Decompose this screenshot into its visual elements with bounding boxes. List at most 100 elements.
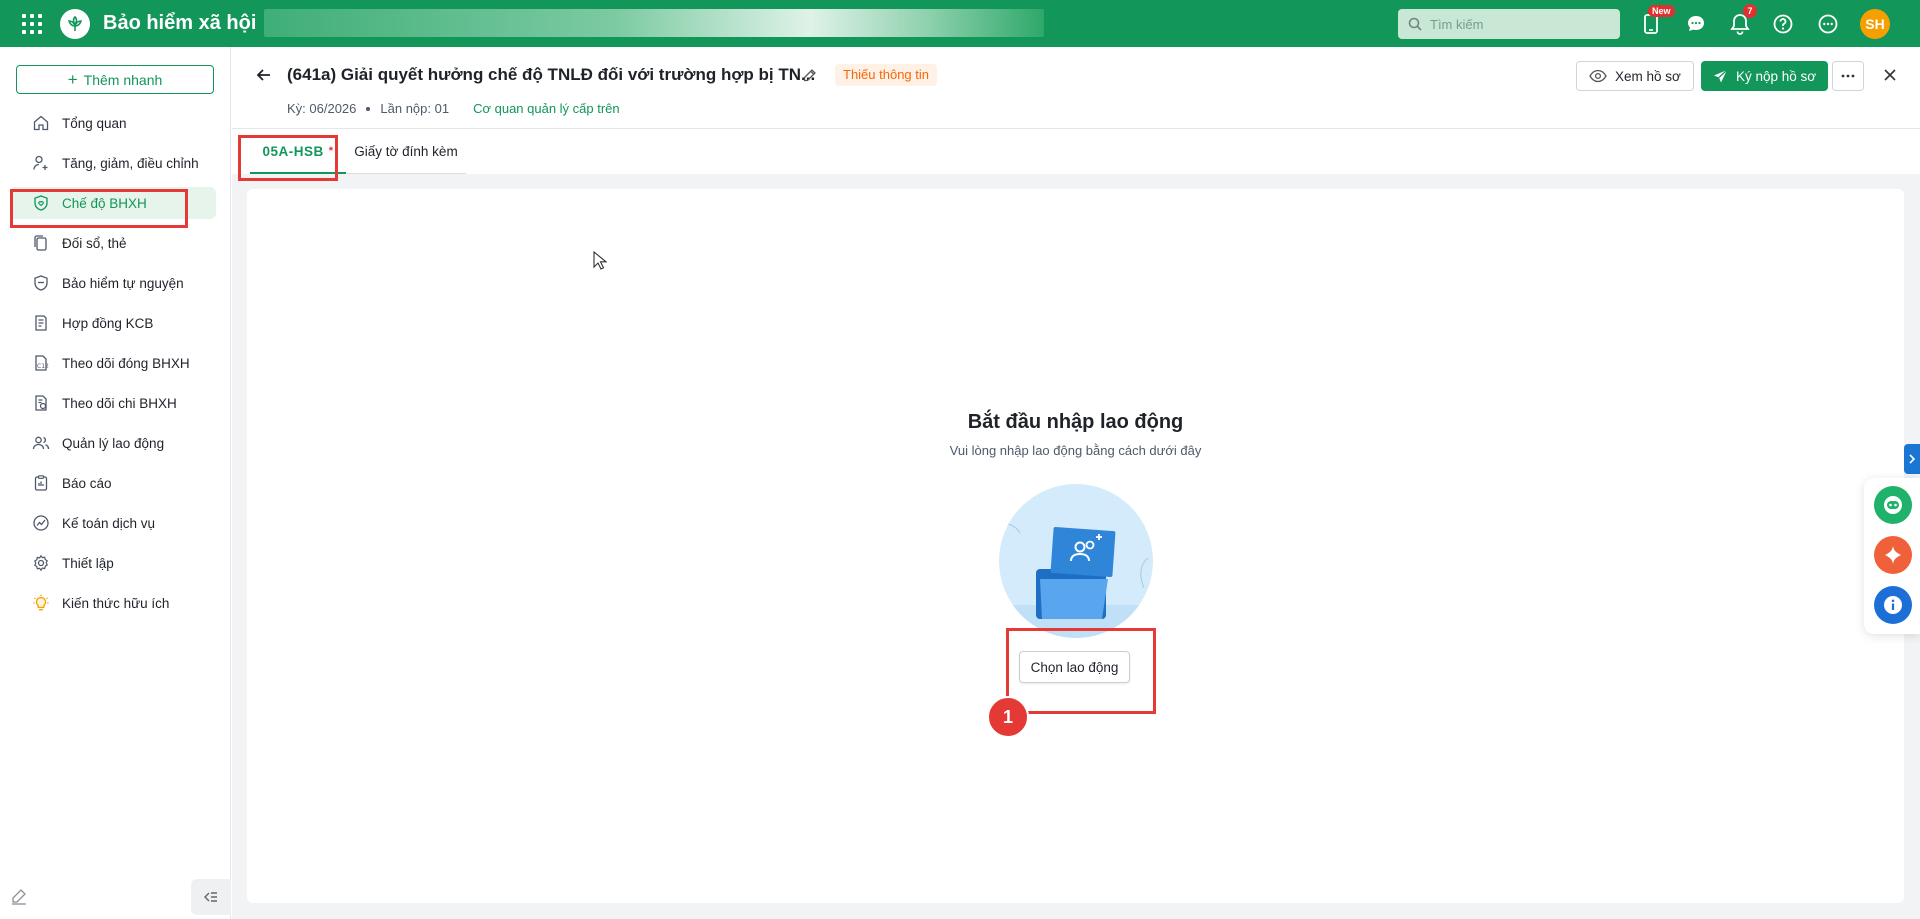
contract-icon bbox=[35, 315, 47, 331]
sidebar-item-theo-doi-dong[interactable]: C12 Theo dõi đóng BHXH bbox=[10, 347, 216, 379]
doc-money-icon bbox=[35, 395, 47, 411]
tab-label: 05A-HSB bbox=[262, 143, 324, 159]
shield-icon bbox=[34, 275, 48, 291]
home-icon bbox=[33, 115, 49, 131]
info-icon bbox=[1884, 596, 1902, 614]
empty-state-title: Bắt đầu nhập lao động bbox=[967, 411, 1184, 433]
sidebar-item-hop-dong-kcb[interactable]: Hợp đồng KCB bbox=[10, 307, 216, 339]
shield-heart-icon bbox=[34, 195, 48, 211]
sidebar-item-label: Kế toán dịch vụ bbox=[62, 515, 156, 531]
view-dossier-button[interactable]: Xem hồ sơ bbox=[1576, 61, 1694, 91]
chevron-right-icon bbox=[1909, 454, 1916, 464]
mouse-cursor-icon bbox=[593, 251, 607, 270]
sidebar-item-bh-tu-nguyen[interactable]: Bảo hiểm tự nguyện bbox=[10, 267, 216, 299]
chatbot-button[interactable] bbox=[1874, 486, 1912, 524]
sidebar-item-label: Đối sổ, thẻ bbox=[62, 235, 127, 251]
sidebar-item-label: Theo dõi đóng BHXH bbox=[62, 355, 190, 371]
bulb-icon bbox=[33, 594, 49, 611]
svg-text:C12: C12 bbox=[37, 363, 49, 370]
empty-state-subtitle: Vui lòng nhập lao động bằng cách dưới đâ… bbox=[949, 443, 1202, 458]
sidebar-item-kien-thuc[interactable]: Kiến thức hữu ích bbox=[10, 587, 216, 619]
view-dossier-label: Xem hồ sơ bbox=[1615, 68, 1681, 84]
clipboard-icon bbox=[34, 475, 48, 491]
copy-icon bbox=[34, 235, 47, 251]
avatar[interactable]: SH bbox=[1860, 9, 1890, 39]
floating-action-panel bbox=[1864, 478, 1920, 634]
sparkle-icon bbox=[1885, 546, 1901, 564]
tab-label: Giấy tờ đính kèm bbox=[354, 144, 458, 159]
gear-icon bbox=[34, 554, 48, 572]
app-title: Bảo hiểm xã hội bbox=[103, 12, 257, 34]
period-text: Kỳ: 06/2026 bbox=[287, 101, 357, 116]
separator-dot bbox=[366, 106, 371, 111]
logo-icon[interactable] bbox=[60, 9, 90, 39]
step-number-badge: 1 bbox=[987, 696, 1029, 738]
expand-right-panel-button[interactable] bbox=[1904, 444, 1920, 474]
chat-icon[interactable] bbox=[1683, 11, 1709, 37]
collapse-sidebar-button[interactable] bbox=[191, 879, 231, 915]
search-input[interactable] bbox=[1430, 16, 1610, 32]
sidebar-item-label: Báo cáo bbox=[62, 475, 112, 491]
submit-dossier-label: Ký nộp hồ sơ bbox=[1736, 68, 1817, 84]
send-icon bbox=[1714, 69, 1728, 82]
user-edit-icon bbox=[33, 155, 48, 170]
search-box[interactable] bbox=[1398, 9, 1620, 39]
ellipsis-icon bbox=[1841, 74, 1855, 78]
search-icon bbox=[1408, 17, 1422, 31]
ai-assistant-button[interactable] bbox=[1874, 536, 1912, 574]
sidebar-item-theo-doi-chi[interactable]: Theo dõi chi BHXH bbox=[10, 387, 216, 419]
more-options-button[interactable] bbox=[1832, 61, 1864, 91]
plus-icon: + bbox=[67, 70, 78, 89]
collapse-icon bbox=[204, 892, 217, 902]
choose-employee-button[interactable]: Chọn lao động bbox=[1019, 651, 1130, 683]
sidebar-item-label: Quản lý lao động bbox=[62, 435, 165, 451]
submit-dossier-button[interactable]: Ký nộp hồ sơ bbox=[1701, 61, 1829, 91]
sidebar-menu: Tổng quan Tăng, giảm, điều chỉnh Chế độ … bbox=[10, 107, 216, 627]
sidebar-item-bao-cao[interactable]: Báo cáo bbox=[10, 467, 216, 499]
tab-attachments[interactable]: Giấy tờ đính kèm bbox=[346, 130, 466, 174]
pencil-icon[interactable] bbox=[802, 67, 818, 83]
agency-link[interactable]: Cơ quan quản lý cấp trên bbox=[473, 101, 620, 116]
folder-users-illustration bbox=[999, 484, 1153, 638]
sidebar-item-label: Chế độ BHXH bbox=[62, 195, 147, 211]
sidebar-item-label: Theo dõi chi BHXH bbox=[62, 395, 177, 411]
sidebar-item-label: Kiến thức hữu ích bbox=[62, 595, 170, 611]
empty-state-card: Bắt đầu nhập lao động Vui lòng nhập lao … bbox=[247, 189, 1904, 903]
sidebar-item-label: Bảo hiểm tự nguyện bbox=[62, 275, 184, 291]
tab-05a-hsb[interactable]: 05A-HSB * bbox=[250, 130, 346, 174]
submission-text: Lần nộp: 01 bbox=[380, 101, 450, 116]
sidebar: + Thêm nhanh Tổng quan Tăng, giảm, điều … bbox=[0, 47, 231, 919]
feedback-edit-icon[interactable] bbox=[10, 887, 32, 909]
sidebar-item-che-do-bhxh[interactable]: Chế độ BHXH bbox=[10, 187, 216, 219]
help-icon[interactable] bbox=[1770, 11, 1796, 37]
sidebar-item-label: Thiết lập bbox=[62, 555, 114, 571]
notification-count: 7 bbox=[1743, 4, 1757, 18]
banner bbox=[264, 9, 1044, 37]
new-badge: New bbox=[1648, 5, 1675, 17]
quick-add-button[interactable]: + Thêm nhanh bbox=[16, 65, 214, 94]
page-header: (641a) Giải quyết hưởng chế độ TNLĐ đối … bbox=[232, 47, 1920, 129]
c12-icon: C12 bbox=[35, 355, 49, 371]
sidebar-item-label: Tăng, giảm, điều chỉnh bbox=[62, 155, 199, 171]
close-icon[interactable] bbox=[1880, 65, 1902, 87]
tab-bar: 05A-HSB * Giấy tờ đính kèm bbox=[232, 130, 1920, 174]
sidebar-item-tang-giam[interactable]: Tăng, giảm, điều chỉnh bbox=[10, 147, 216, 179]
meta-info: Kỳ: 06/2026 Lần nộp: 01 Cơ quan quản lý … bbox=[287, 101, 620, 116]
required-marker: * bbox=[328, 145, 334, 157]
users-icon bbox=[32, 436, 50, 450]
top-bar: Bảo hiểm xã hội New 7 SH bbox=[0, 0, 1920, 47]
sidebar-item-label: Hợp đồng KCB bbox=[62, 315, 154, 331]
status-badge: Thiếu thông tin bbox=[835, 64, 938, 86]
info-button[interactable] bbox=[1874, 586, 1912, 624]
app-grid-icon[interactable] bbox=[22, 14, 42, 34]
sidebar-item-doi-so-the[interactable]: Đối sổ, thẻ bbox=[10, 227, 216, 259]
eye-icon bbox=[1589, 69, 1607, 83]
sidebar-item-ke-toan[interactable]: Kế toán dịch vụ bbox=[10, 507, 216, 539]
sidebar-item-quan-ly-lao-dong[interactable]: Quản lý lao động bbox=[10, 427, 216, 459]
sidebar-item-tong-quan[interactable]: Tổng quan bbox=[10, 107, 216, 139]
page-title: (641a) Giải quyết hưởng chế độ TNLĐ đối … bbox=[287, 65, 816, 84]
back-arrow-icon[interactable] bbox=[254, 65, 276, 87]
sidebar-item-thiet-lap[interactable]: Thiết lập bbox=[10, 547, 216, 579]
more-circle-icon[interactable] bbox=[1815, 11, 1841, 37]
chart-icon bbox=[33, 515, 49, 531]
